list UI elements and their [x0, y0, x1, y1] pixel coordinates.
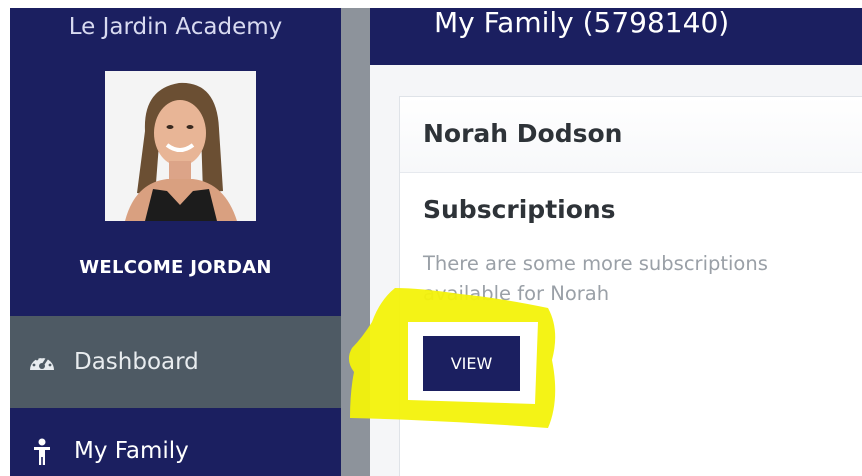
page-header: My Family (5798140)	[370, 6, 862, 65]
subscriptions-heading: Subscriptions	[423, 195, 616, 224]
sidebar-item-label: My Family	[74, 438, 189, 464]
school-name: Le Jardin Academy	[68, 14, 283, 40]
view-subscriptions-button[interactable]: VIEW	[423, 336, 520, 391]
sidebar-item-dashboard[interactable]: Dashboard	[10, 316, 341, 408]
sidebar: Le Jardin Academy WELCOME JORDAN Dashboa…	[10, 8, 341, 476]
student-name: Norah Dodson	[423, 119, 623, 148]
dashboard-gauge-icon	[10, 351, 74, 373]
student-card: Norah Dodson Subscriptions There are som…	[399, 96, 862, 476]
page-title: My Family (5798140)	[434, 6, 730, 39]
subscriptions-description: There are some more subscriptions availa…	[423, 252, 768, 305]
welcome-message: WELCOME JORDAN	[79, 257, 272, 278]
card-header: Norah Dodson	[400, 97, 862, 173]
sidebar-divider	[341, 8, 370, 476]
person-icon	[10, 438, 74, 466]
profile-photo	[105, 71, 256, 221]
avatar	[105, 71, 256, 221]
top-strip	[0, 0, 862, 8]
sidebar-item-label: Dashboard	[74, 349, 199, 375]
sidebar-item-my-family[interactable]: My Family	[10, 408, 341, 476]
